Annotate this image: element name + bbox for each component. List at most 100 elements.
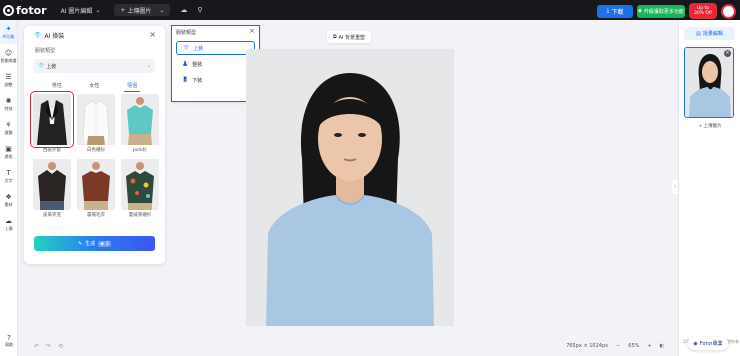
plus-icon: + [120,6,126,14]
offer-badge[interactable]: Up to 30% Off [689,3,717,19]
filter-icon: ⚘ [5,120,12,129]
nav-label: 文字 [4,177,13,183]
element-icon: ❖ [5,192,12,201]
nav-effects[interactable]: ✺ 特效 [0,92,17,116]
outfit-caption: 夏威夷襯衫 [128,213,152,218]
nav-frame[interactable]: ▣ 邊框 [0,140,17,164]
app-title-menu[interactable]: AI 圖片編輯 ⌄ [61,6,101,15]
compare-icon[interactable]: ◐ [660,343,664,349]
chevron-down-icon: ⌄ [159,6,165,14]
outfit-item[interactable]: 農場毛衣 [76,159,116,218]
outfit-item[interactable]: polo衫 [120,94,160,153]
nav-help-label: 幫助 [5,342,13,347]
sliders-icon: ☰ [5,72,12,81]
option-label: 下裝 [192,77,203,84]
nav-smart[interactable]: ☺ 智能辨識 [0,44,17,68]
bottom-bar: ↶ ↷ ⟲ 765px × 1024px − 65% + ◐ [18,336,674,356]
offer-line2: 30% Off [693,11,713,16]
dropdown-option-full[interactable]: 👗 整裝 [176,57,255,71]
redo-icon[interactable]: ↷ [46,343,51,350]
outfit-thumb-hawaiian[interactable] [121,159,159,210]
batch-edit-button[interactable]: ▤ 批量編輯 [684,27,735,40]
ai-background-button[interactable]: ⧉ AI 背景重塑 [327,31,371,43]
nav-upload[interactable]: ☁ 上傳 [0,212,17,236]
outfit-thumb-sweater[interactable] [77,159,115,210]
dropdown-option-top[interactable]: 👕 上裝 [176,41,255,55]
option-label: 上裝 [193,45,204,52]
nav-text[interactable]: T 文字 [0,164,17,188]
fotor-pro-icon: ◉ [693,340,698,347]
close-icon[interactable]: × [249,27,255,35]
image-thumbnail[interactable]: × [684,47,734,118]
download-icon: ⤓ [606,7,610,14]
nav-elements[interactable]: ❖ 素材 [0,188,17,212]
upload-icon: ☁ [5,216,12,225]
outfit-item[interactable]: 皮革夾克 [32,159,72,218]
fotor-logo-icon [3,4,14,16]
outfit-thumb-leather[interactable] [33,159,71,210]
search-icon[interactable]: ⚲ [197,6,202,14]
zoom-in-icon[interactable]: + [647,343,651,349]
credit-cost: ◈ 2 [98,240,111,247]
nav-label: AI功能 [2,33,15,39]
outfit-item[interactable]: 夏威夷襯衫 [120,159,160,218]
close-icon[interactable]: × [149,30,156,39]
outfit-caption: 西裝外套 [43,148,61,153]
generate-label: 生成 [85,241,96,247]
diamond-icon: ◆ [638,8,642,14]
zoom-out-icon[interactable]: − [616,343,620,349]
nav-filter[interactable]: ⚘ 濾鏡 [0,116,17,140]
app-title: AI 圖片編輯 [60,7,93,15]
nav-adjust[interactable]: ☰ 調整 [0,68,17,92]
help-icon: ? [7,334,11,342]
right-upload-button[interactable]: + 上傳圖片 [679,123,740,129]
canvas-photo[interactable] [246,49,454,326]
nav-label: 特效 [4,105,13,111]
upgrade-button[interactable]: ◆ 升級獲取更多功能 [637,4,685,18]
history-icon[interactable]: ⟲ [58,343,63,350]
remove-image-icon[interactable]: × [724,50,731,57]
clothing-type-select[interactable]: 👕 上裝 ⌄ [34,59,155,73]
face-icon: ☺ [4,48,13,57]
nav-label: 調整 [4,81,13,87]
undo-icon[interactable]: ↶ [34,343,39,350]
upload-image-button[interactable]: + 上傳圖片 ⌄ [114,4,171,16]
zoom-level[interactable]: 65% [628,343,639,349]
magic-wand-icon: ✎ [78,240,83,247]
outfit-thumb-polo[interactable] [121,94,159,145]
generate-button[interactable]: ✎ 生成 ◈ 2 [34,236,155,251]
shirt-icon: 👕 [38,63,45,69]
cloud-icon[interactable]: ☁ [180,6,187,14]
left-nav: ✦ AI功能 ☺ 智能辨識 ☰ 調整 ✺ 特效 ⚘ 濾鏡 ▣ 邊框 T 文字 ❖ 素材 ☁ 上傳 … [0,20,18,356]
tab-female[interactable]: 女性 [86,80,102,92]
nav-label: 上傳 [4,225,13,231]
outfit-item[interactable]: 白色襯衫 [76,94,116,153]
nav-help[interactable]: ? 幫助 [0,334,18,348]
chevron-down-icon: ⌄ [146,63,151,69]
nav-ai-tools[interactable]: ✦ AI功能 [0,20,17,44]
nav-label: 邊框 [4,153,13,159]
dress-icon: 👗 [182,61,189,67]
fotor-logo[interactable]: fotor [3,4,47,17]
batch-edit-label: 批量編輯 [702,31,723,37]
dropdown-title: 服裝類型 [176,30,197,36]
outfit-thumb-blazer[interactable] [30,91,74,148]
shirt-icon: 👕 [183,45,190,51]
fotor-pro-button[interactable]: ◉ Fotor專業 [688,337,728,350]
download-button[interactable]: ⤓ 下載 [597,4,633,18]
right-upload-label: 上傳圖片 [703,124,722,129]
effects-icon: ✺ [5,96,12,105]
tab-couple[interactable]: 情侶 [124,80,141,92]
clothing-type-value: 上裝 [46,63,57,70]
nav-label: 智能辨識 [0,57,17,63]
ai-outfit-panel: 👕 AI 換裝 × 服裝類型 👕 上裝 ⌄ 男性 女性 情侶 西裝外套 白色襯衫 po… [24,26,165,264]
outfit-item[interactable]: 西裝外套 [30,91,74,153]
outfit-thumb-white-shirt[interactable] [77,94,115,145]
dropdown-option-bottom[interactable]: 👖 下裝 [176,73,255,87]
text-icon: T [6,168,11,177]
tab-male[interactable]: 男性 [49,80,65,92]
chevron-down-icon: ⌄ [95,6,101,14]
outfit-caption: 農場毛衣 [87,213,105,218]
avatar[interactable] [721,3,736,19]
ai-background-label: AI 背景重塑 [338,34,366,41]
